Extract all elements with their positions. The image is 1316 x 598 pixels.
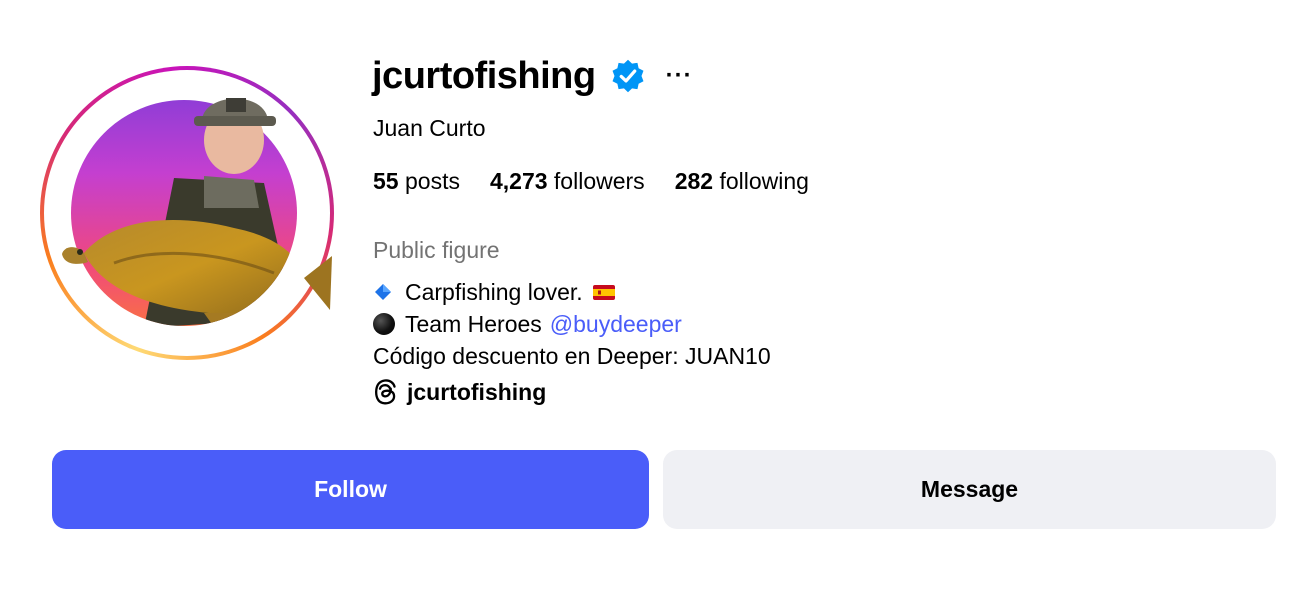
posts-stat[interactable]: 55 posts: [373, 168, 460, 195]
profile-bio: Carpfishing lover. Team Heroes @buydeepe…: [373, 276, 771, 372]
bio-line: Carpfishing lover.: [373, 276, 771, 308]
bio-line-text: Código descuento en Deeper: JUAN10: [373, 343, 771, 369]
black-circle-icon: [373, 313, 395, 335]
posts-count: 55: [373, 168, 399, 194]
more-horizontal-icon[interactable]: ···: [666, 64, 693, 88]
followers-label: followers: [553, 168, 645, 194]
following-count: 282: [674, 168, 714, 194]
message-button[interactable]: Message: [663, 450, 1276, 529]
avatar-photo: [62, 98, 332, 326]
profile-category: Public figure: [373, 237, 500, 263]
followers-count: 4,273: [489, 168, 548, 194]
verified-badge-icon: [612, 59, 644, 93]
mention-link[interactable]: @buydeeper: [550, 308, 682, 340]
follow-button[interactable]: Follow: [52, 450, 649, 529]
followers-stat[interactable]: 4,273 followers: [490, 168, 645, 195]
full-name: Juan Curto: [373, 115, 486, 141]
blue-diamond-icon: [375, 284, 391, 300]
following-stat[interactable]: 282 following: [675, 168, 809, 195]
posts-label: posts: [404, 168, 460, 194]
profile-page: jcurtofishing ··· Juan Curto 55 posts 4,…: [0, 0, 1316, 598]
threads-link[interactable]: jcurtofishing: [373, 378, 546, 406]
bio-line: Código descuento en Deeper: JUAN10: [373, 340, 771, 372]
following-label: following: [719, 168, 809, 194]
avatar-illustration: [62, 98, 332, 326]
spain-flag-icon: [592, 284, 615, 300]
username: jcurtofishing: [372, 54, 596, 97]
profile-avatar[interactable]: [40, 66, 334, 360]
username-row: jcurtofishing ···: [372, 50, 693, 102]
threads-handle: jcurtofishing: [407, 378, 547, 405]
bio-line: Team Heroes @buydeeper: [373, 308, 771, 340]
bio-line-text: Carpfishing lover.: [405, 279, 583, 305]
bio-line-text: Team Heroes: [405, 311, 542, 337]
profile-stats: 55 posts 4,273 followers 282 following: [373, 168, 839, 195]
threads-icon: [375, 379, 396, 405]
